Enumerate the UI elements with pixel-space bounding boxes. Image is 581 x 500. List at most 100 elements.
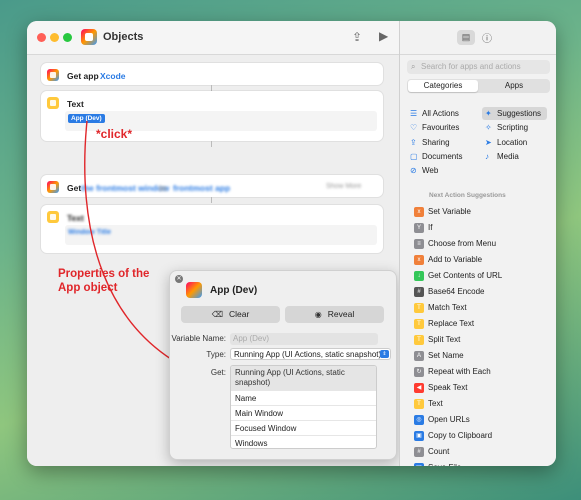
suggestion-label: If <box>428 223 433 232</box>
menu-icon: ≡ <box>414 239 424 249</box>
app-variable-chip[interactable]: App (Dev) <box>68 114 105 123</box>
suggestion-item[interactable]: ◎ Open URLs <box>414 414 554 430</box>
action-get-app[interactable]: Get app Xcode <box>41 63 383 85</box>
blurred-text: in <box>159 183 167 193</box>
suggestion-item[interactable]: ↓ Get Contents of URL <box>414 270 554 286</box>
action-text[interactable]: Text Window Title <box>41 205 383 253</box>
suggestion-label: Repeat with Each <box>428 367 491 376</box>
zoom-window-button[interactable] <box>63 33 72 42</box>
category-tabs: Categories Apps <box>407 79 550 93</box>
blurred-parameter[interactable]: frontmost app <box>173 183 230 193</box>
suggestion-item[interactable]: ◀ Speak Text <box>414 382 554 398</box>
suggestion-item[interactable]: T Text <box>414 398 554 414</box>
get-label: Get: <box>210 368 226 377</box>
tab-apps[interactable]: Apps <box>479 80 549 92</box>
close-icon[interactable]: ✕ <box>175 275 183 283</box>
suggestion-item[interactable]: ▤ Save File <box>414 462 554 466</box>
x-icon: x <box>414 255 424 265</box>
category-label: Media <box>497 152 519 161</box>
suggestions-heading: Next Action Suggestions <box>429 192 506 199</box>
category-label: Favourites <box>422 123 460 132</box>
app-parameter[interactable]: Xcode <box>100 71 126 81</box>
suggestion-item[interactable]: Y If <box>414 222 554 238</box>
show-more-button[interactable]: Show More <box>326 183 361 190</box>
run-icon[interactable]: ▶ <box>379 29 388 43</box>
suggestion-label: Speak Text <box>428 383 468 392</box>
property-item[interactable]: Name <box>231 390 376 405</box>
property-item[interactable]: Main Window <box>231 405 376 420</box>
action-get-window[interactable]: Get the frontmost window in frontmost ap… <box>41 175 383 197</box>
suggestion-label: Choose from Menu <box>428 239 497 248</box>
text-icon: T <box>414 335 424 345</box>
suggestion-item[interactable]: ↻ Repeat with Each <box>414 366 554 382</box>
property-list-header[interactable]: Running App (UI Actions, static snapshot… <box>231 366 376 390</box>
category-label: All Actions <box>422 109 459 118</box>
suggestion-item[interactable]: A Set Name <box>414 350 554 366</box>
suggestion-label: Match Text <box>428 303 467 312</box>
suggestion-item[interactable]: x Add to Variable <box>414 254 554 270</box>
action-text[interactable]: Text App (Dev) <box>41 91 383 141</box>
title-bar: Objects ⇪ ▶ <box>27 21 399 55</box>
suggestion-item[interactable]: T Replace Text <box>414 318 554 334</box>
window-title[interactable]: Objects <box>103 31 143 43</box>
shortcuts-window: Objects ⇪ ▶ Get app Xcode Text App (Dev)… <box>27 21 556 466</box>
category-suggestions[interactable]: ✦ Suggestions <box>482 107 548 120</box>
blurred-variable[interactable]: Window Title <box>68 229 111 236</box>
category-favourites[interactable]: ♡ Favourites <box>410 121 459 134</box>
category-web[interactable]: ⊘ Web <box>410 164 438 177</box>
search-icon: ⌕ <box>411 62 416 71</box>
suggestion-label: Get Contents of URL <box>428 271 503 280</box>
suggestion-label: Copy to Clipboard <box>428 431 493 440</box>
library-icon[interactable]: ▤ <box>457 30 475 45</box>
search-placeholder: Search for apps and actions <box>421 62 521 71</box>
category-media[interactable]: ♪ Media <box>485 150 519 163</box>
suggestion-label: Add to Variable <box>428 255 483 264</box>
suggestion-item[interactable]: ▣ Copy to Clipboard <box>414 430 554 446</box>
text-field[interactable] <box>65 225 377 245</box>
action-library-sidebar: ▤ ⓘ ⌕ Search for apps and actions Catego… <box>399 21 556 466</box>
connector <box>211 197 212 203</box>
variable-name-field[interactable]: App (Dev) <box>230 333 378 345</box>
text-icon: T <box>414 399 424 409</box>
suggestion-label: Text <box>428 399 443 408</box>
app-icon <box>186 282 202 298</box>
property-item[interactable]: Windows <box>231 435 376 448</box>
blurred-parameter[interactable]: the frontmost window <box>81 183 169 193</box>
shortcut-icon[interactable] <box>81 29 97 45</box>
clear-label: Clear <box>229 309 250 319</box>
clipboard-icon: ▣ <box>414 431 424 441</box>
text-icon: T <box>414 319 424 329</box>
suggestion-item[interactable]: # Count <box>414 446 554 462</box>
suggestion-label: Set Variable <box>428 207 471 216</box>
suggestion-item[interactable]: # Base64 Encode <box>414 286 554 302</box>
click-annotation: *click* <box>96 127 133 141</box>
reveal-button[interactable]: ◉ Reveal <box>285 306 384 323</box>
tab-categories[interactable]: Categories <box>408 80 478 92</box>
variable-name-label: Variable Name: <box>171 334 226 343</box>
clear-button[interactable]: ⌫ Clear <box>181 306 280 323</box>
download-icon: ↓ <box>414 271 424 281</box>
close-window-button[interactable] <box>37 33 46 42</box>
suggestion-label: Open URLs <box>428 415 470 424</box>
suggestion-item[interactable]: T Split Text <box>414 334 554 350</box>
share-icon[interactable]: ⇪ <box>352 30 362 44</box>
category-sharing[interactable]: ⇪ Sharing <box>410 136 450 149</box>
minimize-window-button[interactable] <box>50 33 59 42</box>
chevron-updown-icon: ⇕ <box>380 350 389 358</box>
type-select[interactable]: Running App (UI Actions, static snapshot… <box>230 348 391 360</box>
suggestion-item[interactable]: ≡ Choose from Menu <box>414 238 554 254</box>
suggestion-item[interactable]: T Match Text <box>414 302 554 318</box>
category-location[interactable]: ➤ Location <box>485 136 527 149</box>
category-label: Documents <box>422 152 463 161</box>
doc-icon: ▢ <box>410 152 418 161</box>
category-documents[interactable]: ▢ Documents <box>410 150 462 163</box>
property-item[interactable]: Focused Window <box>231 420 376 435</box>
suggestion-item[interactable]: x Set Variable <box>414 206 554 222</box>
name-icon: A <box>414 351 424 361</box>
repeat-icon: ↻ <box>414 367 424 377</box>
info-icon[interactable]: ⓘ <box>482 30 492 45</box>
property-list[interactable]: Running App (UI Actions, static snapshot… <box>230 365 377 449</box>
category-scripting[interactable]: ✧ Scripting <box>485 121 528 134</box>
search-input[interactable]: ⌕ Search for apps and actions <box>407 60 550 74</box>
category-all-actions[interactable]: ☰ All Actions <box>410 107 459 120</box>
